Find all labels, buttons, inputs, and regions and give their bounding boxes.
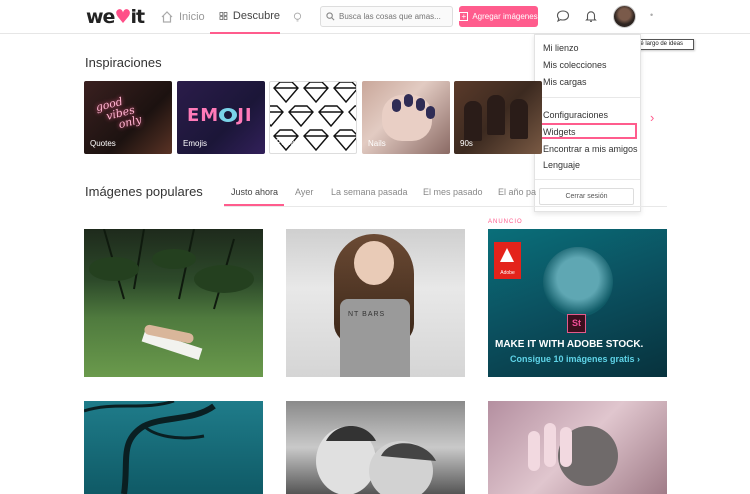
more-menu-icon[interactable]: •	[650, 10, 653, 20]
menu-item-lenguaje[interactable]: Lenguaje	[543, 159, 580, 171]
menu-item-widgets[interactable]: Widgets	[543, 126, 576, 138]
popular-image-couple[interactable]	[286, 401, 465, 494]
nav-inicio-label: Inicio	[179, 11, 205, 23]
shirt: NT BARS	[340, 299, 410, 377]
menu-item-configuraciones[interactable]: Configuraciones	[543, 109, 608, 121]
tab-justo-ahora[interactable]: Justo ahora	[224, 180, 284, 206]
chat-icon[interactable]	[556, 9, 570, 23]
menu-item-encontrar-amigos[interactable]: Encontrar a mis amigos	[543, 143, 638, 155]
tree-illustration	[84, 401, 216, 494]
user-dropdown-menu: Mi lienzo Mis colecciones Mis cargas Con…	[534, 34, 641, 212]
bell-icon[interactable]	[584, 9, 598, 23]
inspiration-card-nails[interactable]: Nails	[362, 81, 450, 154]
person-silhouette	[487, 95, 505, 135]
quotes-neon-art: good vibes only	[94, 94, 144, 132]
card-label: 90s	[460, 139, 473, 148]
menu-divider	[535, 179, 640, 180]
search-icon	[326, 12, 335, 21]
adobe-logo: Adobe	[494, 242, 521, 279]
card-label: Nails	[368, 139, 386, 148]
inspiration-card-emojis[interactable]: EM JI Emojis	[177, 81, 265, 154]
popular-image-garden[interactable]	[84, 229, 263, 377]
inspiration-card-patterns[interactable]: Patterns	[269, 81, 357, 154]
eye-icon	[219, 108, 238, 122]
tab-mes-pasado[interactable]: El mes pasado	[423, 180, 483, 206]
nail	[426, 106, 435, 119]
tab-ayer[interactable]: Ayer	[295, 180, 313, 206]
adobe-stock-icon: St	[567, 314, 586, 333]
inspiraciones-title: Inspiraciones	[85, 55, 162, 70]
top-navigation-bar: we♥it Inicio Descubre + Agregar imágenes…	[0, 0, 750, 34]
add-images-button[interactable]: + Agregar imágenes	[459, 6, 538, 27]
tabs-divider	[224, 206, 667, 207]
adobe-stock-ad[interactable]: Adobe St MAKE IT WITH ADOBE STOCK. Consi…	[488, 229, 667, 377]
tab-ano-pasado[interactable]: El año pa	[498, 180, 536, 206]
person-silhouette	[510, 99, 528, 139]
add-images-label: Agregar imágenes	[472, 12, 538, 21]
plus-icon: +	[459, 12, 469, 21]
nav-ideas[interactable]	[292, 0, 308, 34]
nail	[404, 94, 413, 107]
ad-headline: MAKE IT WITH ADOBE STOCK.	[495, 339, 644, 350]
inspiration-card-90s[interactable]: 90s	[454, 81, 542, 154]
popular-image-girl-hair[interactable]: NT BARS	[286, 229, 465, 377]
nail	[392, 99, 401, 112]
heart-icon: ♥	[114, 6, 131, 28]
inspiration-card-quotes[interactable]: good vibes only Quotes	[84, 81, 172, 154]
menu-item-mi-lienzo[interactable]: Mi lienzo	[543, 42, 579, 54]
ad-cta-link[interactable]: Consigue 10 imágenes gratis ›	[510, 354, 640, 364]
emoji-neon-art: EM JI	[187, 105, 253, 126]
person-silhouette	[464, 101, 482, 141]
chevron-right-icon[interactable]: ›	[650, 110, 654, 125]
popular-image-tree[interactable]	[84, 401, 263, 494]
menu-divider	[535, 97, 640, 98]
card-label: Quotes	[90, 139, 116, 148]
popular-image-nails[interactable]	[488, 401, 667, 494]
menu-item-mis-cargas[interactable]: Mis cargas	[543, 76, 587, 88]
couple-illustration	[316, 426, 436, 494]
card-label: Patterns	[276, 138, 306, 147]
tab-semana-pasada[interactable]: La semana pasada	[331, 180, 408, 206]
search-input[interactable]	[339, 12, 449, 21]
face	[354, 241, 394, 285]
nails-illustration	[528, 423, 618, 486]
ad-label: ANUNCIO	[488, 219, 523, 225]
menu-item-mis-colecciones[interactable]: Mis colecciones	[543, 59, 607, 71]
nav-descubre-label: Descubre	[232, 10, 280, 22]
nav-inicio[interactable]: Inicio	[160, 0, 205, 34]
weheartit-logo[interactable]: we♥it	[86, 6, 145, 28]
lightbulb-icon	[293, 12, 302, 22]
ad-model-image	[543, 247, 613, 317]
card-label: Emojis	[183, 139, 208, 148]
plants-illustration	[89, 229, 254, 310]
popular-images-title: Imágenes populares	[85, 184, 203, 199]
logout-button[interactable]: Cerrar sesión	[539, 188, 634, 205]
nav-descubre[interactable]: Descubre	[210, 0, 280, 34]
user-avatar[interactable]	[613, 5, 636, 28]
grid-icon	[219, 12, 228, 20]
home-icon	[161, 11, 173, 23]
nail	[416, 98, 425, 111]
search-box[interactable]	[320, 6, 453, 27]
